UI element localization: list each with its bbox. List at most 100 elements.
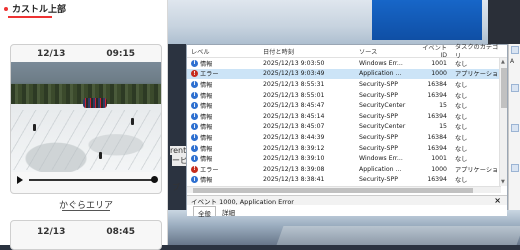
background-photo-top bbox=[160, 0, 520, 44]
event-category-cell: なし bbox=[455, 177, 468, 185]
event-category-cell: なし bbox=[455, 156, 468, 164]
tab-general[interactable]: 全般 bbox=[193, 206, 216, 218]
event-date-cell: 2025/12/13 9:03:50 bbox=[263, 59, 325, 67]
event-category-cell: なし bbox=[455, 113, 468, 121]
event-list-scrollbar[interactable]: ▲ ▼ bbox=[499, 58, 507, 186]
background-window-text: rent bbox=[170, 146, 187, 155]
event-level-cell: i 情報 bbox=[187, 122, 259, 131]
event-level-text: 情報 bbox=[200, 113, 213, 121]
event-category-cell: アプリケーション ... bbox=[455, 166, 501, 174]
event-date-cell: 2025/12/13 8:39:12 bbox=[263, 144, 325, 152]
event-row[interactable]: i 情報 2025/12/13 8:38:41 Security-SPP 16394 なし bbox=[187, 175, 501, 186]
event-date-cell: 2025/12/13 8:55:31 bbox=[263, 80, 325, 88]
event-level-cell: i 情報 bbox=[187, 133, 259, 142]
webcam-card[interactable]: 12/13 08:45 bbox=[10, 220, 162, 250]
event-row[interactable]: ! エラー 2025/12/13 9:03:49 Application ... 100… bbox=[187, 68, 501, 80]
error-icon: ! bbox=[191, 70, 198, 78]
event-list: i 情報 2025/12/13 9:03:50 Windows Err... 1001 な… bbox=[187, 58, 501, 186]
scroll-up-arrow-icon[interactable]: ▲ bbox=[501, 59, 505, 65]
event-level-text: 情報 bbox=[200, 134, 213, 142]
video-progress-bar[interactable] bbox=[29, 176, 158, 183]
event-level-text: 情報 bbox=[200, 156, 213, 164]
webcam-skier bbox=[99, 152, 102, 159]
column-header-event-id[interactable]: イベント ID bbox=[417, 43, 451, 59]
event-id-cell: 16394 bbox=[427, 144, 447, 152]
info-icon: i bbox=[191, 91, 198, 99]
background-dark-strip bbox=[488, 0, 520, 44]
tab-details[interactable]: 詳細 bbox=[218, 206, 239, 217]
event-id-cell: 1000 bbox=[431, 165, 447, 173]
event-row[interactable]: ! エラー 2025/12/13 8:39:08 Application ... 100… bbox=[187, 164, 501, 175]
info-icon: i bbox=[191, 176, 198, 184]
section-header: カストル上部 bbox=[4, 2, 66, 15]
bullet-dot-icon bbox=[4, 6, 8, 11]
event-level-text: 情報 bbox=[200, 103, 213, 111]
event-row[interactable]: i 情報 2025/12/13 8:45:07 SecurityCenter 15 なし bbox=[187, 122, 501, 133]
action-icon[interactable] bbox=[511, 124, 519, 132]
event-source-cell: Security-SPP bbox=[359, 176, 398, 184]
event-source-cell: Windows Err... bbox=[359, 59, 403, 67]
close-detail-button[interactable]: × bbox=[494, 196, 501, 205]
scroll-down-arrow-icon[interactable]: ▼ bbox=[501, 179, 505, 185]
event-id-cell: 1001 bbox=[431, 59, 447, 67]
event-id-cell: 16394 bbox=[427, 91, 447, 99]
event-source-cell: Windows Err... bbox=[359, 155, 403, 163]
action-icon[interactable] bbox=[511, 164, 519, 172]
event-row[interactable]: i 情報 2025/12/13 8:55:01 Security-SPP 16394 なし bbox=[187, 90, 501, 101]
info-icon: i bbox=[191, 123, 198, 131]
background-roof bbox=[276, 226, 520, 245]
event-level-cell: i 情報 bbox=[187, 80, 259, 89]
event-row[interactable]: i 情報 2025/12/13 8:45:14 Security-SPP 16394 なし bbox=[187, 111, 501, 122]
hscrollbar-thumb[interactable] bbox=[193, 188, 473, 193]
event-list-hscrollbar[interactable] bbox=[187, 186, 501, 193]
event-level-text: 情報 bbox=[200, 60, 213, 68]
event-row[interactable]: i 情報 2025/12/13 8:45:47 SecurityCenter 15 なし bbox=[187, 100, 501, 111]
event-source-cell: Security-SPP bbox=[359, 112, 398, 120]
event-category-cell: なし bbox=[455, 124, 468, 132]
event-id-cell: 16384 bbox=[427, 80, 447, 88]
event-level-cell: i 情報 bbox=[187, 154, 259, 163]
event-row[interactable]: i 情報 2025/12/13 8:55:31 Security-SPP 16384 なし bbox=[187, 79, 501, 90]
event-level-text: エラー bbox=[200, 166, 219, 174]
column-header-source[interactable]: ソース bbox=[355, 47, 417, 56]
event-level-cell: i 情報 bbox=[187, 91, 259, 100]
actions-pane: A bbox=[508, 44, 520, 210]
event-detail-title-bar: イベント 1000, Application Error × bbox=[187, 195, 507, 206]
error-icon: ! bbox=[191, 165, 198, 173]
webcam-card-header: 12/13 09:15 bbox=[11, 45, 161, 62]
event-detail-title: イベント 1000, Application Error bbox=[191, 197, 294, 206]
info-icon: i bbox=[191, 112, 198, 120]
play-icon[interactable] bbox=[17, 176, 23, 184]
event-category-cell: なし bbox=[455, 81, 468, 89]
event-id-cell: 1001 bbox=[431, 155, 447, 163]
action-icon[interactable] bbox=[511, 46, 519, 54]
event-level-text: 情報 bbox=[200, 124, 213, 132]
event-level-cell: i 情報 bbox=[187, 101, 259, 110]
event-row[interactable]: i 情報 2025/12/13 9:03:50 Windows Err... 1001 な… bbox=[187, 58, 501, 69]
webcam-date: 12/13 bbox=[37, 227, 66, 237]
column-header-level[interactable]: レベル bbox=[187, 47, 259, 56]
event-row[interactable]: i 情報 2025/12/13 8:39:12 Security-SPP 16394 なし bbox=[187, 143, 501, 154]
event-date-cell: 2025/12/13 8:39:10 bbox=[263, 155, 325, 163]
event-category-cell: なし bbox=[455, 60, 468, 68]
column-header-date[interactable]: 日付と時刻 bbox=[259, 47, 355, 56]
info-icon: i bbox=[191, 80, 198, 88]
event-source-cell: Application ... bbox=[359, 165, 402, 173]
event-level-text: 情報 bbox=[200, 81, 213, 89]
event-row[interactable]: i 情報 2025/12/13 8:44:39 Security-SPP 16384 なし bbox=[187, 132, 501, 143]
webcam-image[interactable] bbox=[11, 62, 161, 172]
webcam-card[interactable]: 12/13 09:15 bbox=[10, 44, 162, 194]
event-level-cell: i 情報 bbox=[187, 112, 259, 121]
event-source-cell: Security-SPP bbox=[359, 133, 398, 141]
event-category-cell: なし bbox=[455, 145, 468, 153]
event-date-cell: 2025/12/13 8:55:01 bbox=[263, 91, 325, 99]
section-title: カストル上部 bbox=[12, 5, 67, 15]
event-source-cell: Security-SPP bbox=[359, 80, 398, 88]
scrollbar-thumb[interactable] bbox=[501, 68, 507, 108]
webcam-time: 08:45 bbox=[106, 227, 135, 237]
progress-knob[interactable] bbox=[151, 176, 158, 183]
action-icon[interactable] bbox=[511, 84, 519, 92]
webcam-crowd bbox=[83, 98, 107, 108]
event-row[interactable]: i 情報 2025/12/13 8:39:10 Windows Err... 1001 な… bbox=[187, 153, 501, 164]
event-category-cell: なし bbox=[455, 134, 468, 142]
